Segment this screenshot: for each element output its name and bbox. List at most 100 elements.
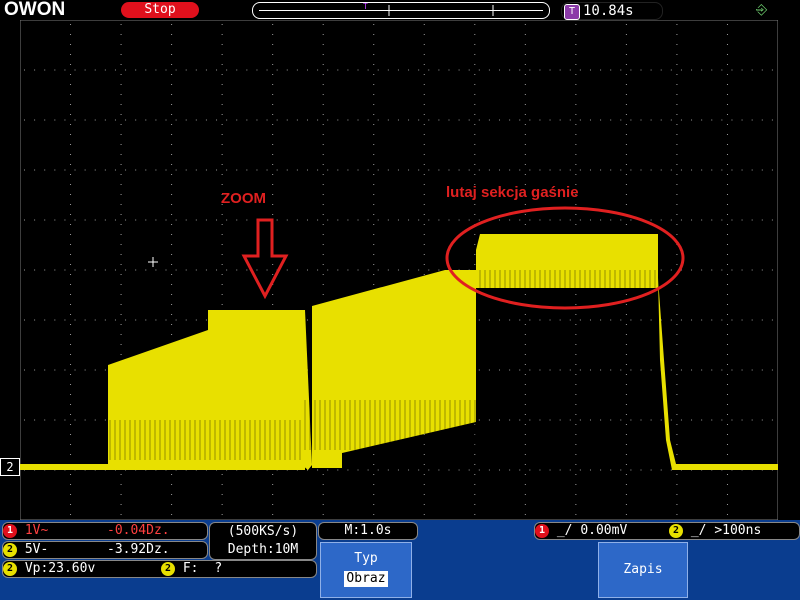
grid-dot	[448, 469, 450, 471]
grid-dot	[549, 319, 551, 321]
ch2-readout[interactable]: 2 5V- -3.92Dz.	[2, 541, 208, 559]
grid-dot	[660, 419, 662, 421]
grid-dot	[680, 169, 682, 171]
grid-dot	[175, 119, 177, 121]
grid-dot	[64, 419, 66, 421]
grid-dot	[524, 444, 526, 445]
trigger-ch2-icon: 2	[669, 524, 683, 538]
grid-dot	[676, 84, 678, 85]
grid-dot	[408, 119, 410, 121]
grid-dot	[221, 514, 223, 515]
grid-dot	[367, 169, 369, 171]
grid-dot	[70, 494, 72, 495]
grid-dot	[474, 464, 476, 465]
grid-dot	[114, 169, 116, 171]
grid-dot	[670, 419, 672, 421]
grid-dot	[70, 274, 72, 275]
grid-dot	[660, 219, 662, 221]
grid-dot	[524, 334, 526, 335]
grid-dot	[529, 419, 531, 421]
grid-dot	[751, 69, 753, 71]
waveform-display[interactable]: ZOOM lutaj sekcja gaśnie	[19, 19, 779, 521]
grid-dot	[726, 324, 728, 325]
grid-dot	[524, 74, 526, 75]
grid-dot	[272, 134, 274, 135]
grid-dot	[221, 44, 223, 45]
grid-dot	[559, 469, 561, 471]
grid-dot	[171, 104, 173, 105]
grid-dot	[423, 514, 425, 515]
grid-dot	[610, 119, 612, 121]
grid-dot	[691, 169, 693, 171]
grid-dot	[423, 164, 425, 165]
grid-dot	[397, 169, 399, 171]
grid-dot	[771, 219, 773, 221]
grid-dot	[575, 74, 577, 75]
zapis-button[interactable]: Zapis	[598, 542, 688, 598]
grid-dot	[272, 514, 274, 515]
run-status-badge[interactable]: Stop	[121, 2, 199, 18]
grid-dot	[171, 494, 173, 495]
grid-dot	[524, 164, 526, 165]
grid-dot	[569, 69, 571, 71]
grid-dot	[216, 119, 218, 121]
grid-dot	[171, 124, 173, 125]
grid-dot	[539, 369, 541, 371]
grid-dot	[519, 169, 521, 171]
grid-dot	[676, 474, 678, 475]
grid-dot	[539, 119, 541, 121]
grid-dot	[70, 474, 72, 475]
grid-dot	[54, 319, 56, 321]
trigger-readout[interactable]: 1 _/ 0.00mV 2 _/ >100ns	[534, 522, 800, 540]
grid-dot	[438, 69, 440, 71]
grid-dot	[104, 419, 106, 421]
grid-dot	[600, 369, 602, 371]
grid-dot	[74, 269, 76, 271]
grid-dot	[625, 414, 627, 415]
grid-dot	[221, 254, 223, 255]
grid-dot	[625, 54, 627, 55]
grid-dot	[373, 284, 375, 285]
grid-dot	[625, 64, 627, 65]
grid-dot	[474, 504, 476, 505]
ch1-readout[interactable]: 1 1V~ -0.04Dz.	[2, 522, 208, 540]
grid-dot	[171, 154, 173, 155]
grid-dot	[327, 119, 329, 121]
grid-dot	[246, 269, 248, 271]
grid-dot	[589, 369, 591, 371]
grid-dot	[74, 169, 76, 171]
grid-dot	[620, 169, 622, 171]
grid-dot	[650, 369, 652, 371]
grid-dot	[272, 154, 274, 155]
grid-dot	[373, 234, 375, 235]
grid-dot	[630, 419, 632, 421]
grid-dot	[70, 344, 72, 345]
typ-menu-button[interactable]: Typ Obraz	[320, 542, 412, 598]
grid-dot	[171, 74, 173, 75]
grid-dot	[54, 369, 56, 371]
grid-dot	[771, 169, 773, 171]
grid-dot	[408, 469, 410, 471]
grid-dot	[70, 334, 72, 335]
grid-dot	[438, 269, 440, 271]
ch2-ground-marker[interactable]: 2	[0, 458, 20, 476]
grid-dot	[575, 44, 577, 45]
grid-dot	[322, 274, 324, 275]
grid-dot	[701, 269, 703, 271]
grid-dot	[44, 69, 46, 71]
memory-position-bar[interactable]: T	[252, 2, 550, 19]
grid-dot	[377, 219, 379, 221]
grid-dot	[195, 169, 197, 171]
grid-dot	[589, 69, 591, 71]
grid-dot	[322, 214, 324, 215]
grid-dot	[589, 169, 591, 171]
grid-dot	[676, 254, 678, 255]
timebase-readout[interactable]: M:1.0s	[318, 522, 418, 540]
grid-dot	[171, 44, 173, 45]
grid-dot	[70, 64, 72, 65]
grid-dot	[620, 469, 622, 471]
grid-dot	[175, 269, 177, 271]
grid-dot	[680, 419, 682, 421]
grid-dot	[620, 219, 622, 221]
grid-dot	[630, 169, 632, 171]
